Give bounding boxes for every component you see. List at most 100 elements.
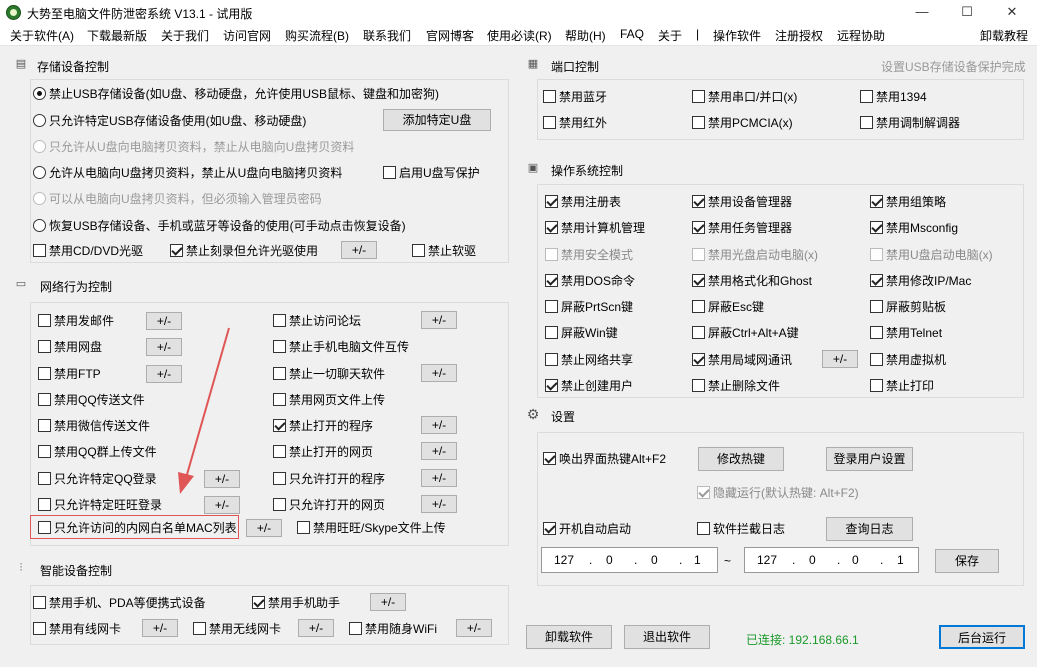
forum-plus-minus-button[interactable]: +/-	[421, 311, 457, 329]
menu-blog[interactable]: 官网博客	[426, 27, 474, 44]
minimize-button[interactable]: —	[900, 2, 944, 22]
checkbox-disable-web-upload[interactable]: 禁用网页文件上传	[273, 392, 385, 408]
checkbox-block-print[interactable]: 禁止打印	[870, 378, 934, 394]
ip-start-input[interactable]: 127 . 0 . 0 . 1	[541, 547, 718, 573]
checkbox-disable-lan-comm[interactable]: 禁用局域网通讯	[692, 352, 792, 368]
checkbox-only-specific-qq[interactable]: 只允许特定QQ登录	[38, 471, 157, 487]
checkbox-disable-pda[interactable]: 禁用手机、PDA等便携式设备	[33, 595, 206, 611]
menu-help[interactable]: 帮助(H)	[565, 27, 606, 44]
block-webpages-plus-minus-button[interactable]: +/-	[421, 442, 457, 460]
checkbox-disable-netdisk[interactable]: 禁用网盘	[38, 339, 102, 355]
menu-faq[interactable]: FAQ	[620, 27, 644, 41]
checkbox-disable-modem[interactable]: 禁用调制解调器	[860, 115, 960, 131]
radio-block-usb[interactable]: 禁止USB存储设备(如U盘、移动硬盘，允许使用USB鼠标、键盘和加密狗)	[33, 86, 439, 102]
checkbox-block-prtscn[interactable]: 屏蔽PrtScn键	[545, 299, 633, 315]
checkbox-only-programs[interactable]: 只允许打开的程序	[273, 471, 385, 487]
block-programs-plus-minus-button[interactable]: +/-	[421, 416, 457, 434]
checkbox-block-phone-transfer[interactable]: 禁止手机电脑文件互传	[273, 339, 409, 355]
query-log-button[interactable]: 查询日志	[826, 517, 913, 541]
menu-about-us[interactable]: 关于我们	[161, 27, 209, 44]
only-programs-plus-minus-button[interactable]: +/-	[421, 469, 457, 487]
checkbox-disable-vm[interactable]: 禁用虚拟机	[870, 352, 946, 368]
menu-website[interactable]: 访问官网	[223, 27, 271, 44]
checkbox-disable-floppy[interactable]: 禁止软驱	[412, 243, 476, 259]
checkbox-disable-computer-management[interactable]: 禁用计算机管理	[545, 220, 645, 236]
mac-whitelist-plus-minus-button[interactable]: +/-	[246, 519, 282, 537]
checkbox-disable-telnet[interactable]: 禁用Telnet	[870, 325, 942, 341]
checkbox-block-network-share[interactable]: 禁止网络共享	[545, 352, 633, 368]
menu-register[interactable]: 注册授权	[775, 27, 823, 44]
checkbox-block-clipboard[interactable]: 屏蔽剪贴板	[870, 299, 946, 315]
checkbox-disable-wireless-nic[interactable]: 禁用无线网卡	[193, 621, 281, 637]
checkbox-block-burn[interactable]: 禁止刻录但允许光驱使用	[170, 243, 318, 259]
radio-allow-specific-usb[interactable]: 只允许特定USB存储设备使用(如U盘、移动硬盘)	[33, 113, 306, 129]
checkbox-disable-ftp[interactable]: 禁用FTP	[38, 366, 101, 382]
lan-comm-plus-minus-button[interactable]: +/-	[822, 350, 858, 368]
close-button[interactable]: ✕	[990, 2, 1034, 22]
menu-must-read[interactable]: 使用必读(R)	[487, 27, 552, 44]
checkbox-block-chat[interactable]: 禁止一切聊天软件	[273, 366, 385, 382]
menu-remote-assist[interactable]: 远程协助	[837, 27, 885, 44]
radio-restore-devices[interactable]: 恢复USB存储设备、手机或蓝牙等设备的使用(可手动点击恢复设备)	[33, 218, 406, 234]
checkbox-disable-cd[interactable]: 禁用CD/DVD光驱	[33, 243, 143, 259]
background-run-button[interactable]: 后台运行	[939, 625, 1025, 649]
checkbox-disable-qq-file[interactable]: 禁用QQ传送文件	[38, 392, 145, 408]
ip-end-input[interactable]: 127 . 0 . 0 . 1	[744, 547, 919, 573]
checkbox-disable-wechat-file[interactable]: 禁用微信传送文件	[38, 418, 150, 434]
checkbox-disable-pcmcia[interactable]: 禁用PCMCIA(x)	[692, 115, 793, 131]
checkbox-autostart[interactable]: 开机自动启动	[543, 521, 631, 537]
checkbox-block-programs[interactable]: 禁止打开的程序	[273, 418, 373, 434]
menu-about-software[interactable]: 关于软件(A)	[10, 27, 74, 44]
checkbox-disable-group-policy[interactable]: 禁用组策略	[870, 194, 946, 210]
radio-pc-to-usb-only[interactable]: 允许从电脑向U盘拷贝资料，禁止从U盘向电脑拷贝资料	[33, 165, 342, 181]
checkbox-disable-wired-nic[interactable]: 禁用有线网卡	[33, 621, 121, 637]
checkbox-disable-msconfig[interactable]: 禁用Msconfig	[870, 220, 958, 236]
checkbox-disable-qq-group-upload[interactable]: 禁用QQ群上传文件	[38, 444, 157, 460]
menu-about[interactable]: 关于	[658, 27, 682, 44]
checkbox-block-webpages[interactable]: 禁止打开的网页	[273, 444, 373, 460]
menu-contact[interactable]: 联系我们	[363, 27, 411, 44]
checkbox-disable-device-manager[interactable]: 禁用设备管理器	[692, 194, 792, 210]
login-user-settings-button[interactable]: 登录用户设置	[826, 447, 913, 471]
menu-uninstall-tutorial[interactable]: 卸载教程	[980, 27, 1028, 44]
checkbox-block-ctrl-alt-a[interactable]: 屏蔽Ctrl+Alt+A键	[692, 325, 799, 341]
checkbox-only-specific-wangwang[interactable]: 只允许特定旺旺登录	[38, 497, 162, 513]
wireless-nic-plus-minus-button[interactable]: +/-	[298, 619, 334, 637]
burn-plus-minus-button[interactable]: +/-	[341, 241, 377, 259]
checkbox-disable-registry[interactable]: 禁用注册表	[545, 194, 621, 210]
checkbox-disable-format-ghost[interactable]: 禁用格式化和Ghost	[692, 273, 812, 289]
menu-operate[interactable]: 操作软件	[713, 27, 761, 44]
checkbox-disable-portable-wifi[interactable]: 禁用随身WiFi	[349, 621, 437, 637]
exit-software-button[interactable]: 退出软件	[624, 625, 710, 649]
checkbox-mac-whitelist[interactable]: 只允许访问的内网白名单MAC列表	[38, 520, 237, 536]
wired-nic-plus-minus-button[interactable]: +/-	[142, 619, 178, 637]
chat-plus-minus-button[interactable]: +/-	[421, 364, 457, 382]
change-hotkey-button[interactable]: 修改热键	[698, 447, 784, 471]
checkbox-disable-dos[interactable]: 禁用DOS命令	[545, 273, 635, 289]
uninstall-software-button[interactable]: 卸载软件	[526, 625, 612, 649]
checkbox-disable-skype-upload[interactable]: 禁用旺旺/Skype文件上传	[297, 520, 446, 536]
save-button[interactable]: 保存	[935, 549, 999, 573]
wifi-plus-minus-button[interactable]: +/-	[456, 619, 492, 637]
checkbox-block-win-key[interactable]: 屏蔽Win键	[545, 325, 618, 341]
menu-purchase[interactable]: 购买流程(B)	[285, 27, 349, 44]
checkbox-block-forum[interactable]: 禁止访问论坛	[273, 313, 361, 329]
checkbox-block-create-user[interactable]: 禁止创建用户	[545, 378, 633, 394]
phone-assistant-plus-minus-button[interactable]: +/-	[370, 593, 406, 611]
checkbox-disable-phone-assistant[interactable]: 禁用手机助手	[252, 595, 340, 611]
checkbox-block-esc[interactable]: 屏蔽Esc键	[692, 299, 764, 315]
checkbox-hotkey[interactable]: 唤出界面热键Alt+F2	[543, 451, 666, 467]
only-webpages-plus-minus-button[interactable]: +/-	[421, 495, 457, 513]
checkbox-disable-serial-parallel[interactable]: 禁用串口/并口(x)	[692, 89, 797, 105]
checkbox-only-webpages[interactable]: 只允许打开的网页	[273, 497, 385, 513]
checkbox-disable-infrared[interactable]: 禁用红外	[543, 115, 607, 131]
checkbox-disable-modify-ip[interactable]: 禁用修改IP/Mac	[870, 273, 971, 289]
checkbox-disable-bluetooth[interactable]: 禁用蓝牙	[543, 89, 607, 105]
checkbox-block-delete-file[interactable]: 禁止删除文件	[692, 378, 780, 394]
checkbox-disable-task-manager[interactable]: 禁用任务管理器	[692, 220, 792, 236]
add-specific-usb-button[interactable]: 添加特定U盘	[383, 109, 491, 131]
maximize-button[interactable]: ☐	[945, 2, 989, 22]
checkbox-intercept-log[interactable]: 软件拦截日志	[697, 521, 785, 537]
checkbox-usb-write-protect[interactable]: 启用U盘写保护	[383, 165, 480, 181]
checkbox-disable-email[interactable]: 禁用发邮件	[38, 313, 114, 329]
